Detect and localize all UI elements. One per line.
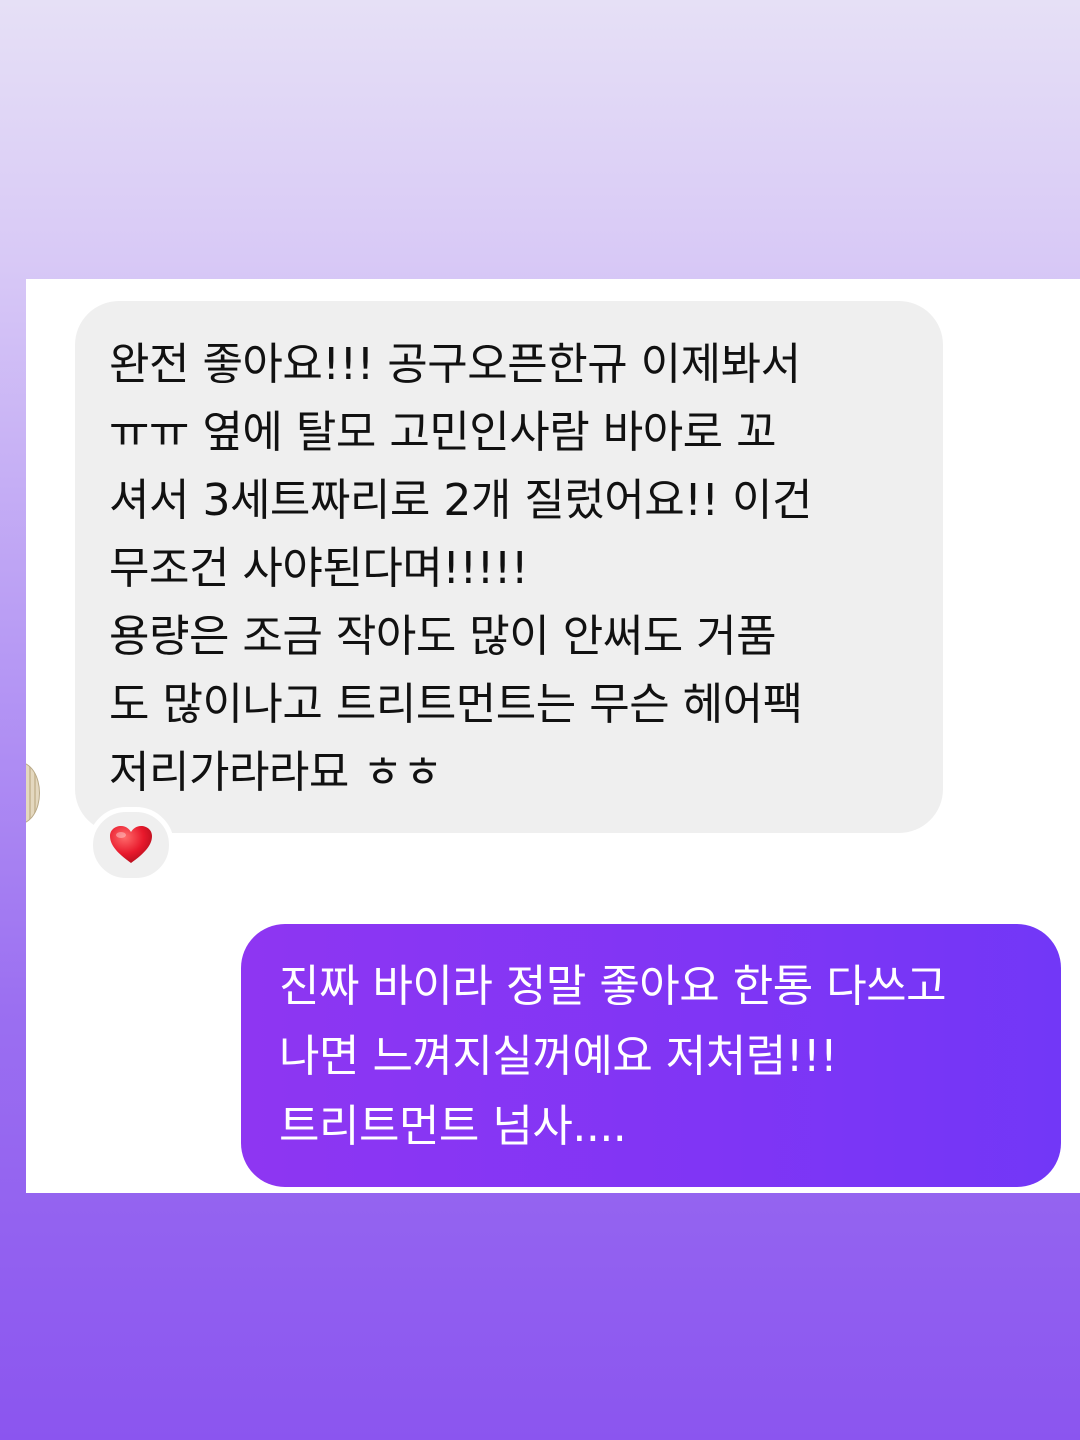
chat-thread: 완전 좋아요!!! 공구오픈한규 이제봐서 ㅠㅠ 옆에 탈모 고민인사람 바아로…	[26, 279, 1080, 1193]
sent-message-line: 진짜 바이라 정말 좋아요 한통 다쓰고	[279, 961, 947, 1012]
sent-message-bubble[interactable]: 진짜 바이라 정말 좋아요 한통 다쓰고 나면 느껴지실꺼예요 저처럼!!! 트…	[241, 924, 1061, 1187]
received-message-line: 저리가라라묘 ㅎㅎ	[109, 747, 443, 798]
received-message-line: 도 많이나고 트리트먼트는 무슨 헤어팩	[109, 679, 803, 730]
received-message-line: 완전 좋아요!!! 공구오픈한규 이제봐서	[109, 339, 801, 390]
received-message-line: 용량은 조금 작아도 많이 안써도 거품	[109, 611, 777, 662]
received-message-line: 셔서 3세트짜리로 2개 질렀어요!! 이건	[109, 475, 812, 526]
sent-message-line: 나면 느껴지실꺼예요 저처럼!!!	[279, 1031, 838, 1082]
sender-avatar[interactable]	[26, 762, 40, 824]
heart-reaction[interactable]	[88, 807, 174, 883]
heart-icon	[110, 826, 152, 863]
received-message-line: ㅠㅠ 옆에 탈모 고민인사람 바아로 꼬	[109, 407, 777, 458]
sent-message-line: 트리트먼트 넘사....	[279, 1101, 627, 1152]
received-message-bubble[interactable]: 완전 좋아요!!! 공구오픈한규 이제봐서 ㅠㅠ 옆에 탈모 고민인사람 바아로…	[75, 301, 943, 833]
received-message-line: 무조건 사야된다며!!!!!	[109, 543, 529, 594]
